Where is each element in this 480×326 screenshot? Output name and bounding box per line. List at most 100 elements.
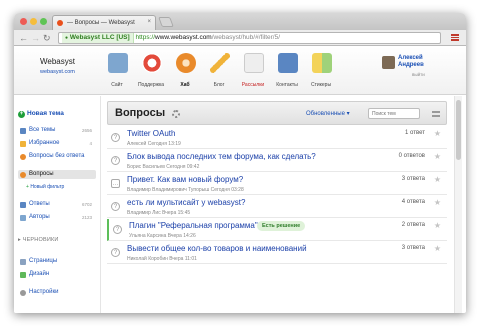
gear-icon[interactable] xyxy=(172,110,180,118)
panel-header: Вопросы Обновленные ▾ xyxy=(107,101,447,125)
scrollbar[interactable] xyxy=(454,96,462,313)
ev-label: Webasyst LLC [US] xyxy=(69,34,130,41)
reply-icon xyxy=(20,202,26,208)
sidebar-item-unanswered[interactable]: Вопросы без ответа xyxy=(18,152,96,168)
zoom-window-button[interactable] xyxy=(40,18,47,25)
topic-row[interactable]: ? Вывести общее кол-во товаров и наимено… xyxy=(107,242,447,264)
app-label: Сайт xyxy=(111,82,123,88)
app-label: Блог xyxy=(213,82,225,88)
lifebuoy-icon xyxy=(142,53,162,73)
plus-icon: + xyxy=(18,111,25,118)
search-input[interactable] xyxy=(368,108,420,119)
back-arrow-icon[interactable]: ← xyxy=(19,33,28,43)
star-icon[interactable]: ★ xyxy=(434,198,441,207)
topic-row-solved[interactable]: ? Плагин "Реферальная программа" Есть ре… xyxy=(107,219,447,241)
account-name[interactable]: Webasyst xyxy=(40,57,75,66)
app-blog[interactable]: Блог xyxy=(202,50,236,94)
list-icon xyxy=(20,128,26,134)
tab-bar: — Вопросы — Webasyst × xyxy=(14,13,466,30)
sidebar-item-label: Ответы xyxy=(29,201,50,207)
sidebar-item-replies[interactable]: Ответы 6702 xyxy=(18,200,96,209)
close-window-button[interactable] xyxy=(20,18,27,25)
sidebar-item-label: Настройки xyxy=(29,289,59,295)
sidebar: + Новая тема Все темы 2656 Избранное 4 Во… xyxy=(14,96,100,313)
sidebar-item-settings[interactable]: Настройки xyxy=(18,288,96,297)
page-title: Вопросы xyxy=(115,107,166,119)
star-icon[interactable]: ★ xyxy=(434,221,441,230)
add-filter-label: Новый фильтр xyxy=(30,184,65,190)
app-site[interactable]: Сайт xyxy=(100,50,134,94)
app-stickies[interactable]: Стикеры xyxy=(304,50,338,94)
sidebar-item-count: 6702 xyxy=(81,202,92,207)
star-icon[interactable]: ★ xyxy=(434,129,441,138)
sidebar-item-all-topics[interactable]: Все темы 2656 xyxy=(18,126,96,135)
reply-count: 3 ответа xyxy=(401,176,425,182)
sidebar-item-label: Вопросы xyxy=(29,171,54,177)
sidebar-item-questions[interactable]: Вопросы xyxy=(18,170,96,179)
app-support[interactable]: Поддержка xyxy=(134,50,168,94)
view-toggle-icon[interactable] xyxy=(432,111,440,117)
minimize-window-button[interactable] xyxy=(30,18,37,25)
account-site-link[interactable]: webasyst.com xyxy=(40,69,75,75)
chevron-right-icon: ▸ xyxy=(18,237,21,243)
topic-meta: Ульяна Карсина Вчера 14:26 xyxy=(129,233,196,239)
sidebar-item-favorites[interactable]: Избранное 4 xyxy=(18,139,96,148)
tab-title: — Вопросы — Webasyst xyxy=(67,20,135,26)
topic-title[interactable]: Плагин "Реферальная программа" xyxy=(129,221,258,230)
topic-title[interactable]: Вывести общее кол-во товаров и наименова… xyxy=(127,244,307,253)
drafts-section[interactable]: ▸ ЧЕРНОВИКИ xyxy=(18,237,59,243)
new-topic-button[interactable]: + Новая тема xyxy=(18,110,64,118)
reply-count: 3 ответа xyxy=(401,245,425,251)
pages-icon xyxy=(20,259,26,265)
star-icon[interactable]: ★ xyxy=(434,175,441,184)
question-icon: ? xyxy=(113,225,122,234)
topic-row[interactable]: ? Блок вывода последних тем форума, как … xyxy=(107,150,447,172)
topic-title[interactable]: есть ли мультисайт у webasyst? xyxy=(127,198,245,207)
browser-menu-icon[interactable] xyxy=(451,34,459,41)
forward-arrow-icon[interactable]: → xyxy=(31,33,40,43)
add-icon: + xyxy=(26,184,29,190)
topic-title[interactable]: Блок вывода последних тем форума, как сд… xyxy=(127,152,316,161)
topic-row[interactable]: ? Twitter OAuth Алексей Сегодня 13:19 1 … xyxy=(107,127,447,149)
sidebar-item-label: Все темы xyxy=(29,127,56,133)
topic-meta: Борис Васильев Сегодня 09:42 xyxy=(127,164,200,170)
pencil-icon xyxy=(210,53,230,73)
user-name[interactable]: Алексей Андреев xyxy=(398,55,458,69)
url-path: /webasyst/hub/#/filter/5/ xyxy=(211,34,281,41)
main-content: Вопросы Обновленные ▾ ? Twitter OAuth Ал… xyxy=(100,96,452,313)
sidebar-item-count: 4 xyxy=(89,141,92,146)
ev-certificate-badge[interactable]: ● Webasyst LLC [US] xyxy=(62,33,134,43)
browser-toolbar: ← → ↻ ● Webasyst LLC [US] https://www.we… xyxy=(14,30,466,46)
app-contacts[interactable]: Контакты xyxy=(270,50,304,94)
app-mailer[interactable]: Рассылки xyxy=(236,50,270,94)
topic-meta: Николай Коробин Вчера 11:01 xyxy=(127,256,197,262)
reload-icon[interactable]: ↻ xyxy=(43,33,51,43)
app-label: Поддержка xyxy=(137,82,165,88)
app-label: Хаб xyxy=(180,82,190,88)
avatar[interactable] xyxy=(382,56,395,69)
browser-tab[interactable]: — Вопросы — Webasyst × xyxy=(52,15,156,30)
star-icon[interactable]: ★ xyxy=(434,244,441,253)
question-icon: ? xyxy=(111,133,120,142)
sort-dropdown[interactable]: Обновленные ▾ xyxy=(306,110,350,117)
sidebar-item-label: Вопросы без ответа xyxy=(29,153,85,159)
topic-row[interactable]: ? есть ли мультисайт у webasyst? Владими… xyxy=(107,196,447,218)
topic-meta: Владимир Владимирович Тупорыш Сегодня 03… xyxy=(127,187,244,193)
reply-count: 1 ответ xyxy=(405,130,425,136)
scrollbar-thumb[interactable] xyxy=(456,100,461,160)
sidebar-item-design[interactable]: Дизайн xyxy=(18,270,96,279)
new-tab-button[interactable] xyxy=(158,17,174,27)
sidebar-item-authors[interactable]: Авторы 2123 xyxy=(18,213,96,222)
topic-title[interactable]: Twitter OAuth xyxy=(127,129,175,138)
app-hub[interactable]: Хаб xyxy=(168,50,202,94)
address-bar[interactable]: ● Webasyst LLC [US] https://www.webasyst… xyxy=(58,32,441,44)
star-icon[interactable]: ★ xyxy=(434,152,441,161)
tab-close-icon[interactable]: × xyxy=(147,19,151,25)
topic-title[interactable]: Привет. Как вам новый форум? xyxy=(127,175,243,184)
topic-row[interactable]: … Привет. Как вам новый форум? Владимир … xyxy=(107,173,447,195)
add-filter-link[interactable]: + Новый фильтр xyxy=(26,184,64,190)
reply-count: 2 ответа xyxy=(401,222,425,228)
logout-link[interactable]: выйти xyxy=(412,72,425,77)
sidebar-item-pages[interactable]: Страницы xyxy=(18,257,96,266)
design-icon xyxy=(20,272,26,278)
